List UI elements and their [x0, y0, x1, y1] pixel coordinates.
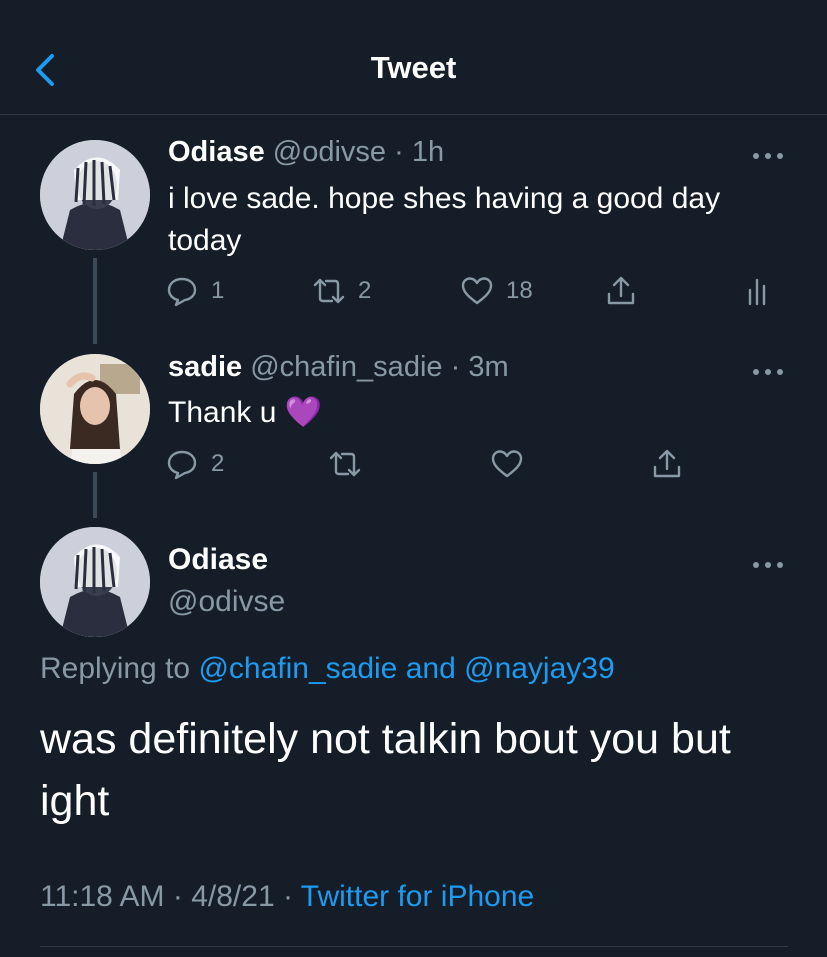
username[interactable]: @chafin_sadie [250, 351, 442, 383]
tweet-text: Thank u 💜 [168, 392, 778, 434]
separator-dot: · [172, 880, 183, 913]
replying-to-line: Replying to @chafin_sadie and @nayjay39 [40, 652, 615, 686]
top-nav-bar: Tweet [0, 0, 827, 115]
avatar-odiase-main[interactable] [40, 527, 150, 637]
more-options-button[interactable] [751, 148, 785, 159]
share-icon [607, 276, 635, 305]
tweet-text: i love sade. hope shes having a good day… [168, 182, 721, 257]
share-button[interactable] [650, 447, 684, 481]
reply-count: 1 [211, 277, 225, 304]
like-icon [491, 450, 523, 478]
like-icon [461, 277, 493, 305]
display-name[interactable]: sadie [168, 351, 242, 383]
separator-dot: · [450, 351, 461, 383]
tweet-actions: 2 [0, 447, 827, 487]
reply-icon [167, 450, 197, 480]
timestamp[interactable]: 1h [412, 136, 444, 168]
more-options-button[interactable] [751, 557, 785, 568]
tweet-time: 11:18 AM [40, 880, 165, 913]
like-button[interactable] [490, 447, 524, 481]
analytics-button[interactable] [742, 274, 776, 308]
avatar-image [40, 140, 150, 250]
main-tweet-text: was definitely not talkin bout you but i… [40, 715, 731, 825]
more-icon [753, 369, 783, 375]
like-count: 18 [506, 277, 533, 304]
retweet-icon [329, 451, 361, 477]
reply-button[interactable]: 2 [165, 447, 224, 481]
share-button[interactable] [604, 274, 638, 308]
purple-heart-emoji: 💜 [284, 396, 323, 429]
reply-button[interactable]: 1 [165, 274, 224, 308]
timestamp[interactable]: 3m [468, 351, 508, 383]
display-name[interactable]: Odiase [168, 543, 268, 577]
username[interactable]: @odivse [273, 136, 386, 168]
replying-and[interactable]: and [406, 652, 456, 685]
share-icon [653, 449, 681, 478]
more-icon [753, 562, 783, 568]
avatar-image [40, 527, 150, 637]
tweet-header: Odiase @odivse · 1h [168, 136, 444, 169]
analytics-icon [748, 278, 766, 306]
tweet-source-link[interactable]: Twitter for iPhone [301, 880, 534, 913]
retweet-button[interactable] [328, 447, 362, 481]
more-icon [753, 153, 783, 159]
retweet-count: 2 [358, 277, 372, 304]
tweet-header: sadie @chafin_sadie · 3m [168, 351, 509, 384]
tweet-text-content: Thank u [168, 396, 277, 429]
more-options-button[interactable] [751, 364, 785, 375]
tweet-date: 4/8/21 [191, 880, 275, 913]
page-title: Tweet [370, 50, 457, 85]
separator-dot: · [282, 880, 293, 913]
reply-count: 2 [211, 450, 225, 477]
retweet-button[interactable]: 2 [312, 274, 371, 308]
tweet-metadata: 11:18 AM · 4/8/21 · Twitter for iPhone [40, 880, 534, 914]
reply-mention-link[interactable]: @nayjay39 [464, 652, 615, 685]
like-button[interactable]: 18 [460, 274, 533, 308]
reply-icon [167, 277, 197, 307]
retweet-icon [313, 278, 345, 304]
reply-mention-link[interactable]: @chafin_sadie [198, 652, 397, 685]
display-name[interactable]: Odiase [168, 136, 265, 168]
replying-prefix: Replying to [40, 652, 191, 685]
divider [40, 946, 788, 947]
avatar-odiase[interactable] [40, 140, 150, 250]
tweet-actions: 1 2 18 [0, 274, 827, 314]
separator-dot: · [394, 136, 404, 168]
username[interactable]: @odivse [168, 585, 285, 619]
